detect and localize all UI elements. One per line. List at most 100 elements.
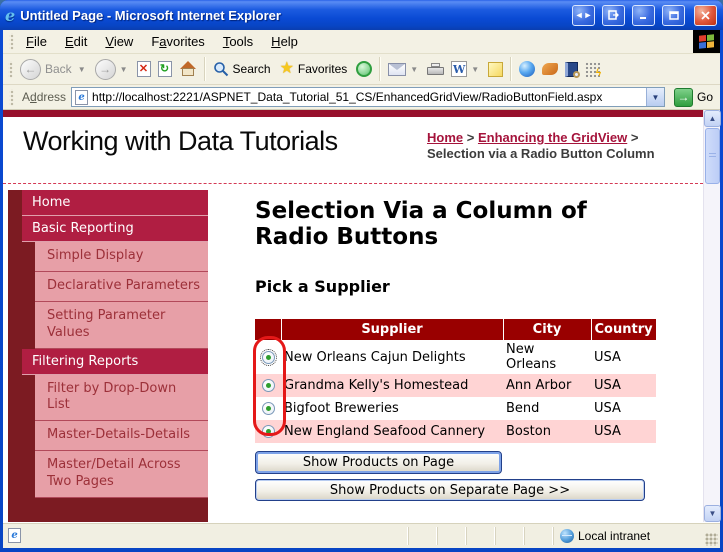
forward-arrow-icon: → xyxy=(95,59,116,80)
research-book-icon xyxy=(565,62,578,77)
maximize-button[interactable] xyxy=(662,5,685,26)
menu-help[interactable]: Help xyxy=(262,31,307,52)
show-products-on-page-button[interactable]: Show Products on Page xyxy=(255,451,502,474)
breadcrumb-section-link[interactable]: Enhancing the GridView xyxy=(478,130,627,145)
breadcrumb-current: Selection via a Radio Button Column xyxy=(427,146,655,161)
address-dropdown-button[interactable]: ▼ xyxy=(646,88,664,106)
sidebar-item-master-details-details[interactable]: Master-Details-Details xyxy=(35,421,208,451)
menu-edit[interactable]: Edit xyxy=(56,31,96,52)
research-button[interactable] xyxy=(562,62,581,77)
minimize-button[interactable] xyxy=(632,5,655,26)
sidebar-item-simple-display[interactable]: Simple Display xyxy=(35,242,208,272)
print-button[interactable] xyxy=(424,63,447,76)
menu-file[interactable]: File xyxy=(17,31,56,52)
history-button[interactable] xyxy=(353,61,375,77)
table-row: New England Seafood Cannery Boston USA xyxy=(255,420,656,443)
suppliers-gridview: Supplier City Country New Orleans Cajun … xyxy=(255,319,656,443)
toolbar-separator xyxy=(510,57,512,81)
stop-button[interactable]: ✕ xyxy=(134,61,154,77)
forward-dropdown-caret[interactable]: ▼ xyxy=(120,65,128,74)
table-row: New Orleans Cajun Delights New Orleans U… xyxy=(255,340,656,374)
security-zone-pane: Local intranet xyxy=(553,527,703,545)
show-products-separate-page-button[interactable]: Show Products on Separate Page >> xyxy=(255,479,645,501)
discuss-button[interactable] xyxy=(485,62,506,77)
mail-dropdown-caret[interactable]: ▼ xyxy=(410,65,418,74)
breadcrumb-home-link[interactable]: Home xyxy=(427,130,463,145)
scroll-down-button[interactable]: ▼ xyxy=(704,505,721,522)
scroll-up-button[interactable]: ▲ xyxy=(704,110,721,127)
resize-grip[interactable] xyxy=(705,533,718,546)
breadcrumb-separator: > xyxy=(627,130,638,145)
sidebar-item-declarative-parameters[interactable]: Declarative Parameters xyxy=(35,272,208,302)
refresh-icon: ↻ xyxy=(158,61,172,77)
sidebar-item-master-detail-across-two-pages[interactable]: Master/Detail Across Two Pages xyxy=(35,451,208,498)
page-icon: e xyxy=(75,90,88,105)
city-column-header: City xyxy=(503,319,591,340)
edit-dropdown-caret[interactable]: ▼ xyxy=(471,65,479,74)
refresh-button[interactable]: ↻ xyxy=(155,61,175,77)
dev-tool-button[interactable]: ϟ xyxy=(582,62,603,77)
mail-button[interactable]: ▼ xyxy=(385,63,423,76)
country-cell: USA xyxy=(591,420,656,443)
breadcrumb-separator: > xyxy=(463,130,478,145)
city-cell: New Orleans xyxy=(503,340,591,374)
home-button[interactable] xyxy=(176,61,200,77)
site-title: Working with Data Tutorials xyxy=(23,126,338,157)
address-label: Address xyxy=(22,90,66,104)
close-button[interactable] xyxy=(694,5,717,26)
page-top-rule xyxy=(3,110,703,117)
mail-icon xyxy=(388,63,406,76)
address-combobox[interactable]: e http://localhost:2221/ASPNET_Data_Tuto… xyxy=(71,87,665,107)
go-arrow-icon: → xyxy=(674,88,693,107)
status-pane xyxy=(408,527,435,545)
address-grip-handle[interactable] xyxy=(9,89,14,106)
scrollbar-track[interactable] xyxy=(704,184,720,505)
status-bar: e Local intranet xyxy=(3,522,720,548)
windows-throbber-icon xyxy=(693,30,720,53)
sidebar-item-basic-reporting[interactable]: Basic Reporting xyxy=(22,216,208,242)
sidebar-item-filtering-reports[interactable]: Filtering Reports xyxy=(22,349,208,375)
scrollbar-thumb[interactable] xyxy=(705,128,720,184)
status-pane xyxy=(437,527,464,545)
city-cell: Bend xyxy=(503,397,591,420)
menu-bar: File Edit View Favorites Tools Help xyxy=(3,30,720,54)
dashed-divider xyxy=(3,183,703,184)
menu-view[interactable]: View xyxy=(96,31,142,52)
discuss-note-icon xyxy=(488,62,503,77)
back-button[interactable]: ← Back ▼ xyxy=(17,59,91,80)
browser-window: e Untitled Page - Microsoft Internet Exp… xyxy=(0,0,723,552)
go-button[interactable]: → Go xyxy=(670,88,717,107)
sidebar-item-setting-parameter-values[interactable]: Setting Parameter Values xyxy=(35,302,208,349)
menu-grip-handle[interactable] xyxy=(9,33,14,50)
title-bar[interactable]: e Untitled Page - Microsoft Internet Exp… xyxy=(0,0,723,30)
supplier-column-header: Supplier xyxy=(281,319,503,340)
edit-with-word-button[interactable]: W ▼ xyxy=(448,61,484,77)
table-row: Bigfoot Breweries Bend USA xyxy=(255,397,656,420)
back-arrow-icon: ← xyxy=(20,59,41,80)
search-icon xyxy=(213,61,229,77)
address-url[interactable]: http://localhost:2221/ASPNET_Data_Tutori… xyxy=(92,90,642,104)
security-zone-label: Local intranet xyxy=(578,529,650,543)
menu-favorites[interactable]: Favorites xyxy=(142,31,213,52)
toolbar-grip-handle[interactable] xyxy=(8,61,13,78)
vertical-scrollbar[interactable]: ▲ ▼ xyxy=(703,110,720,522)
web-page: Working with Data Tutorials Home > Enhan… xyxy=(3,110,703,522)
breadcrumb: Home > Enhancing the GridView > Selectio… xyxy=(427,130,691,163)
messenger-button[interactable] xyxy=(516,61,538,77)
print-icon xyxy=(427,63,444,76)
sidebar-item-home[interactable]: Home xyxy=(22,190,208,216)
pop-out-button[interactable] xyxy=(602,5,625,26)
back-dropdown-caret[interactable]: ▼ xyxy=(78,65,86,74)
home-icon xyxy=(179,61,197,77)
messenger-sphere-icon xyxy=(519,61,535,77)
favorites-button[interactable]: ★ Favorites xyxy=(277,61,353,77)
sidebar-item-filter-by-drop-down-list[interactable]: Filter by Drop-Down List xyxy=(35,375,208,422)
addon-button[interactable] xyxy=(539,63,561,75)
menu-tools[interactable]: Tools xyxy=(214,31,262,52)
page-title: Selection Via a Column of Radio Buttons xyxy=(255,198,655,251)
restore-side-button[interactable]: ◄► xyxy=(572,5,595,26)
dot-grid-icon: ϟ xyxy=(585,62,600,77)
forward-button[interactable]: → ▼ xyxy=(92,59,133,80)
stop-icon: ✕ xyxy=(137,61,151,77)
search-button[interactable]: Search xyxy=(210,61,276,77)
